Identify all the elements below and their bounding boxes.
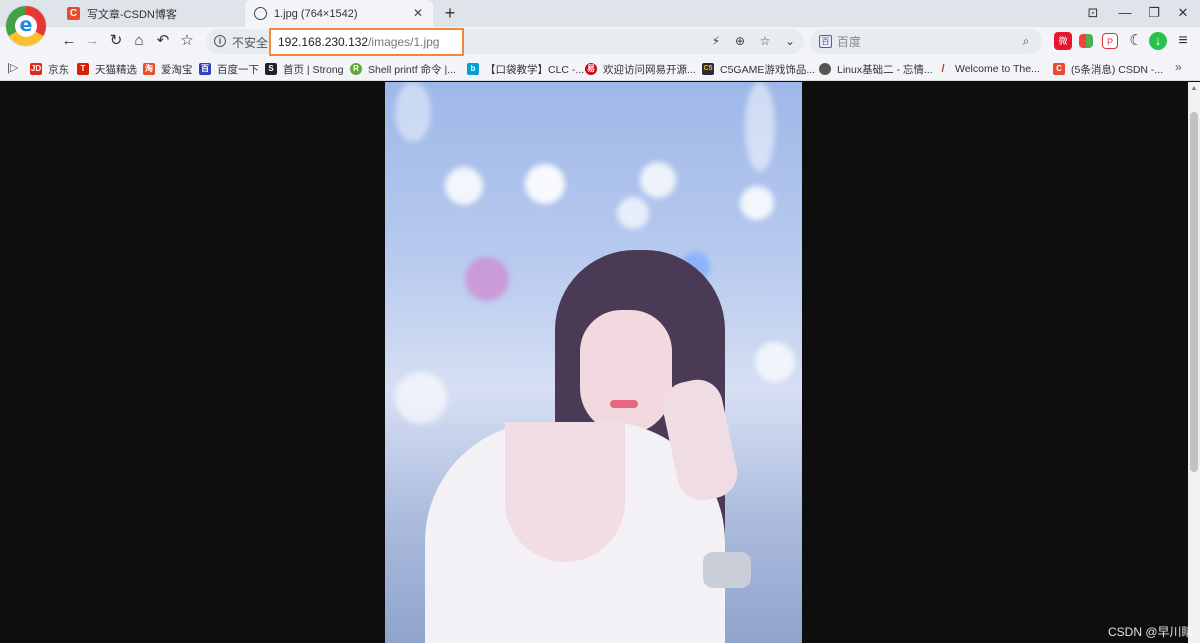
bookmark-label: 爱淘宝: [161, 63, 193, 76]
tmall-icon: T: [77, 63, 89, 75]
baidu-paw-icon: 百: [199, 63, 211, 75]
vertical-scrollbar[interactable]: ▲: [1188, 82, 1200, 643]
strong-icon: S: [265, 63, 277, 75]
browser-logo-icon[interactable]: e: [6, 6, 46, 46]
bookmark-item[interactable]: JD 京东: [30, 61, 69, 77]
bookmark-label: 【口袋教学】CLC -...: [485, 63, 585, 76]
address-bar[interactable]: i 不安全 192.168.230.132/images/1.jpg ⚡ ⊕ ☆…: [206, 28, 804, 56]
favorites-star-button[interactable]: ☆: [177, 31, 197, 51]
watermark-text: CSDN @早川睛: [1108, 625, 1194, 639]
bookmark-item[interactable]: S 首页 | Strong: [265, 61, 344, 77]
bookmark-item[interactable]: C5 C5GAME游戏饰品...: [702, 61, 815, 77]
url-host: 192.168.230.132: [278, 35, 369, 49]
bookmark-label: 欢迎访问网易开源...: [603, 63, 696, 76]
tab-strip: C 写文章-CSDN博客 1.jpg (764×1542) ✕ + ⊡ — ❐ …: [0, 0, 1200, 27]
bookmark-label: C5GAME游戏饰品...: [720, 63, 816, 76]
moon-icon[interactable]: ☾: [1127, 32, 1145, 50]
bookmark-label: Welcome to The...: [955, 63, 1040, 75]
bookmark-item[interactable]: 百 百度一下: [199, 61, 259, 77]
globe-icon: [819, 63, 831, 75]
search-input[interactable]: [837, 33, 1007, 50]
sidebar-toggle-icon[interactable]: |▷: [7, 60, 21, 76]
globe-icon: [254, 7, 267, 20]
toolbar: ← → ↻ ⌂ ↶ ☆ i 不安全 192.168.230.132/images…: [0, 27, 1200, 56]
csdn-c-icon: C: [67, 7, 80, 20]
bookmark-item[interactable]: C (5条消息) CSDN -...: [1053, 61, 1163, 77]
weibo-icon[interactable]: 微: [1054, 32, 1072, 50]
url-field[interactable]: 192.168.230.132/images/1.jpg: [269, 28, 464, 56]
runoob-icon: R: [350, 63, 362, 75]
window-pin-icon[interactable]: ⊡: [1083, 4, 1103, 22]
url-path: /images/1.jpg: [368, 35, 440, 49]
new-tab-button[interactable]: +: [440, 3, 460, 23]
bookmark-label: Shell printf 命令 |...: [368, 63, 456, 76]
forward-button[interactable]: →: [82, 31, 102, 51]
security-label[interactable]: 不安全: [232, 34, 268, 51]
browser-window: C 写文章-CSDN博客 1.jpg (764×1542) ✕ + ⊡ — ❐ …: [0, 0, 1200, 643]
back-button[interactable]: ←: [59, 31, 79, 51]
apps-icon[interactable]: [1079, 34, 1093, 48]
bookmark-label: 京东: [48, 63, 69, 76]
info-icon[interactable]: i: [214, 35, 226, 47]
bookmark-label: (5条消息) CSDN -...: [1071, 63, 1164, 76]
bookmark-item[interactable]: b 【口袋教学】CLC -...: [467, 61, 584, 77]
bookmarks-overflow-icon[interactable]: »: [1175, 60, 1182, 74]
bookmark-item[interactable]: 易 欢迎访问网易开源...: [585, 61, 696, 77]
chevron-down-icon[interactable]: ⌄: [782, 33, 798, 49]
bookmark-label: 首页 | Strong: [283, 63, 344, 76]
scroll-up-icon[interactable]: ▲: [1190, 85, 1198, 95]
bookmark-item[interactable]: 淘 爱淘宝: [143, 61, 193, 77]
bilibili-icon: b: [467, 63, 479, 75]
search-icon[interactable]: ⌕: [1018, 33, 1034, 49]
bookmarks-bar: |▷ JD 京东 T 天猫精选 淘 爱淘宝 百 百度一下 S 首页 | Stro…: [0, 56, 1200, 81]
c5game-icon: C5: [702, 63, 714, 75]
displayed-image[interactable]: [385, 82, 802, 643]
restore-button[interactable]: ❐: [1144, 4, 1164, 22]
pdf-icon[interactable]: P: [1102, 33, 1118, 49]
tab-csdn-write[interactable]: C 写文章-CSDN博客: [58, 0, 244, 27]
undo-close-tab-button[interactable]: ↶: [153, 31, 173, 51]
reload-button[interactable]: ↻: [106, 31, 126, 51]
bookmark-item[interactable]: R Shell printf 命令 |...: [350, 61, 456, 77]
bookmark-item[interactable]: Linux基础二 - 忘情...: [819, 61, 933, 77]
bookmark-label: 百度一下: [217, 63, 259, 76]
baidu-icon[interactable]: 百: [819, 35, 832, 48]
jd-icon: JD: [30, 63, 42, 75]
bookmark-item[interactable]: / Welcome to The...: [937, 61, 1040, 77]
tab-image-active[interactable]: 1.jpg (764×1542) ✕: [245, 0, 433, 27]
netease-icon: 易: [585, 63, 597, 75]
image-viewport: [0, 82, 1188, 643]
download-icon[interactable]: ↓: [1149, 32, 1167, 50]
zoom-icon[interactable]: ⊕: [732, 33, 748, 49]
bookmark-item[interactable]: T 天猫精选: [77, 61, 137, 77]
bookmark-label: Linux基础二 - 忘情...: [837, 63, 933, 76]
bookmark-label: 天猫精选: [95, 63, 137, 76]
tab-title: 1.jpg (764×1542): [274, 7, 358, 20]
search-box[interactable]: 百 ⌕: [810, 29, 1042, 54]
bookmark-star-icon[interactable]: ☆: [757, 33, 773, 49]
scrollbar-thumb[interactable]: [1190, 112, 1198, 472]
taobao-icon: 淘: [143, 63, 155, 75]
lightning-icon[interactable]: ⚡: [708, 33, 724, 49]
minimize-button[interactable]: —: [1115, 4, 1135, 22]
feather-icon: /: [941, 63, 945, 75]
close-icon[interactable]: ✕: [411, 6, 425, 20]
close-window-button[interactable]: ✕: [1173, 4, 1193, 22]
menu-icon[interactable]: ≡: [1174, 32, 1192, 50]
tab-title: 写文章-CSDN博客: [87, 8, 177, 21]
home-button[interactable]: ⌂: [129, 31, 149, 51]
csdn-c-icon: C: [1053, 63, 1065, 75]
